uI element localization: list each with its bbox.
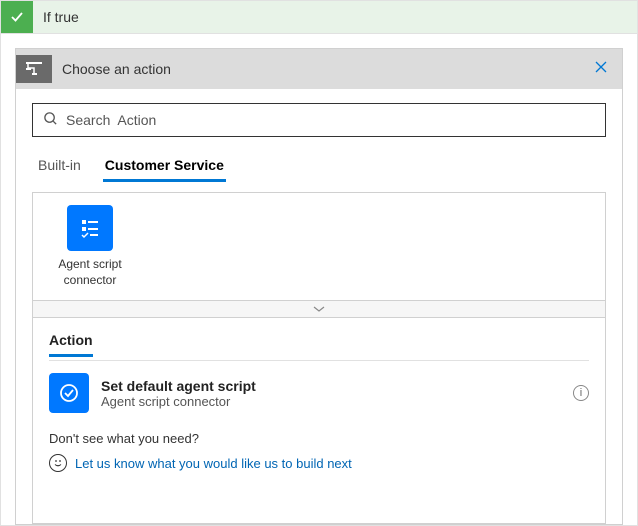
panel-icon [16,55,52,83]
info-icon[interactable]: i [573,385,589,401]
check-icon [1,1,33,33]
action-section: Action Set default agent script Agent sc… [32,318,606,524]
action-row-subtitle: Agent script connector [101,394,573,409]
action-set-default-agent-script[interactable]: Set default agent script Agent script co… [49,361,589,425]
feedback-link[interactable]: Let us know what you would like us to bu… [75,456,352,471]
footer-question: Don't see what you need? [49,431,589,446]
search-icon [43,111,58,129]
tab-built-in[interactable]: Built-in [36,151,83,182]
search-input[interactable] [66,112,595,128]
connector-agent-script[interactable]: Agent script connector [45,205,135,288]
list-icon [67,205,113,251]
close-icon[interactable] [590,56,612,83]
panel-header: Choose an action [16,49,622,89]
panel-title: Choose an action [62,61,590,77]
chevron-down-icon [313,301,325,317]
search-box[interactable] [32,103,606,137]
connector-grid: Agent script connector [32,192,606,300]
condition-true-label: If true [33,9,79,25]
check-circle-icon [49,373,89,413]
action-heading: Action [49,332,93,357]
connector-label: Agent script connector [45,257,135,288]
condition-true-bar[interactable]: If true [1,1,637,34]
expand-connectors-button[interactable] [32,300,606,318]
tabs: Built-in Customer Service [32,151,606,182]
smiley-icon [49,454,67,472]
action-row-title: Set default agent script [101,378,573,394]
action-row-text: Set default agent script Agent script co… [101,378,573,409]
tab-customer-service[interactable]: Customer Service [103,151,226,182]
choose-action-panel: Choose an action Built-in Customer Servi… [15,48,623,525]
